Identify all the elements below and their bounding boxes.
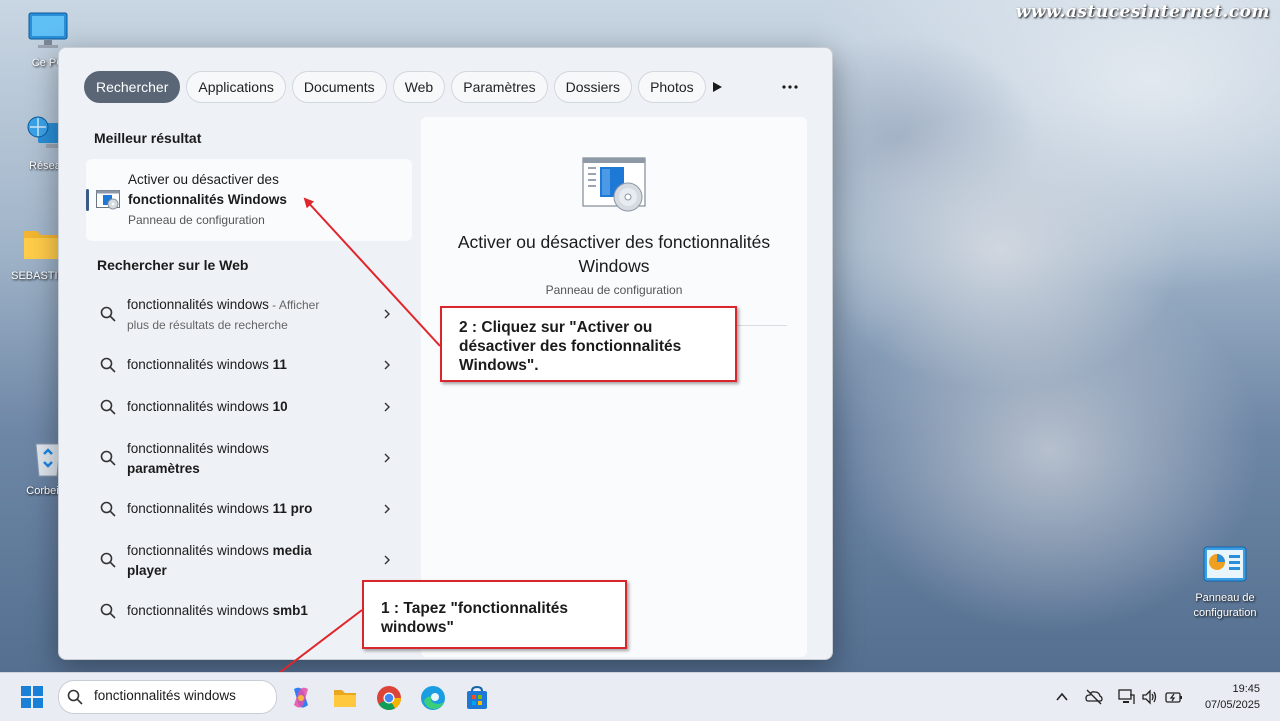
onedrive-offline-icon[interactable] <box>1085 688 1103 706</box>
battery-charging-icon[interactable] <box>1165 688 1183 706</box>
copilot-icon[interactable] <box>288 685 314 711</box>
search-input[interactable] <box>94 688 264 703</box>
volume-icon[interactable] <box>1141 688 1159 706</box>
clock-time: 19:45 <box>1232 683 1260 695</box>
edge-icon[interactable] <box>420 685 446 711</box>
chrome-icon[interactable] <box>376 685 402 711</box>
windows-start-icon[interactable] <box>21 686 43 708</box>
taskbar: 19:45 07/05/2025 <box>0 672 1280 721</box>
taskbar-search-box[interactable] <box>58 680 277 714</box>
annotation-arrows <box>256 197 441 691</box>
network-icon[interactable] <box>1117 688 1135 706</box>
clock-date: 07/05/2025 <box>1204 699 1260 711</box>
chevron-up-icon[interactable] <box>1053 688 1071 706</box>
microsoft-store-icon[interactable] <box>464 685 490 711</box>
search-icon <box>67 689 83 705</box>
system-clock[interactable]: 19:45 07/05/2025 <box>1205 681 1260 713</box>
arrow-to-best-match <box>303 197 441 347</box>
file-explorer-icon[interactable] <box>332 685 358 711</box>
